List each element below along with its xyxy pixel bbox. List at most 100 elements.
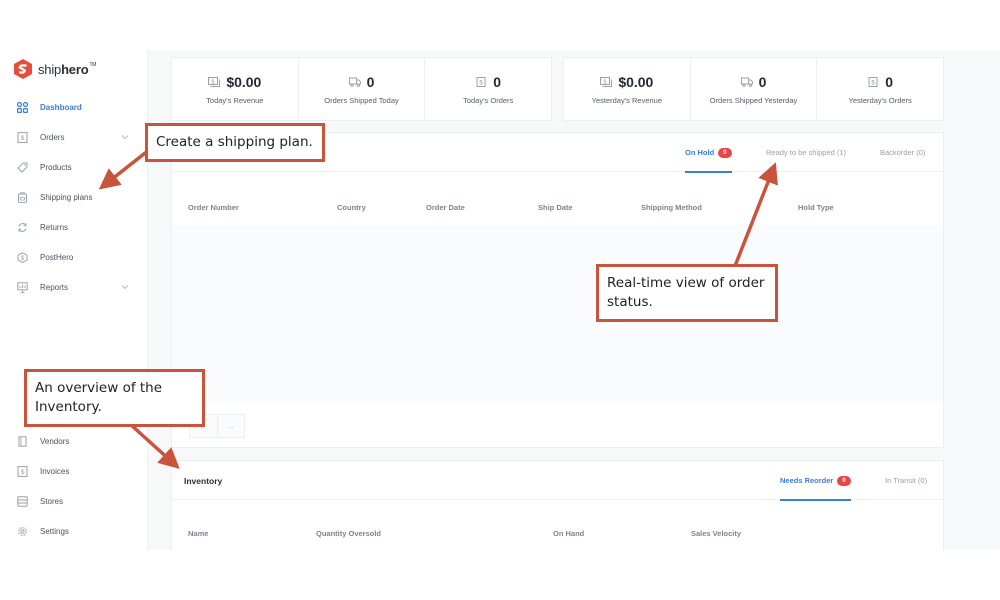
inventory-title: Inventory — [184, 476, 223, 486]
column-header-ship-date[interactable]: Ship Date — [538, 203, 573, 212]
stat-value: 0 — [758, 73, 767, 90]
annotation-text: Real-time view of order status. — [607, 275, 765, 310]
truck-icon — [348, 77, 361, 87]
cash-icon: $ — [600, 76, 613, 87]
store-icon — [17, 495, 28, 507]
stat-yesterdays-orders: $ 0 Yesterday's Orders — [817, 58, 943, 120]
annotation-order-status: Real-time view of order status. — [596, 264, 778, 322]
tab-label: On Hold — [685, 148, 715, 157]
svg-text:$: $ — [872, 80, 876, 86]
column-header-quantity-oversold[interactable]: Quantity Oversold — [316, 529, 381, 538]
inventory-card-header: Inventory Needs Reorder 0 In Transit (0) — [172, 461, 943, 501]
annotation-inventory: An overview of the Inventory. — [24, 369, 205, 427]
dollar-doc-icon: $ — [868, 76, 878, 87]
sidebar: shipheroTM Dashboard $ Orders Products S… — [0, 50, 148, 550]
sidebar-item-orders[interactable]: $ Orders — [0, 126, 148, 148]
stat-value: 0 — [885, 73, 894, 90]
annotation-text: An overview of the Inventory. — [35, 380, 163, 415]
sidebar-item-invoices[interactable]: $ Invoices — [0, 460, 148, 482]
sidebar-item-reports[interactable]: Reports — [0, 276, 148, 298]
column-header-order-number[interactable]: Order Number — [188, 203, 239, 212]
sidebar-item-label: Orders — [40, 132, 65, 142]
gear-icon — [18, 526, 27, 536]
sidebar-item-label: Reports — [40, 282, 69, 292]
column-header-order-date[interactable]: Order Date — [426, 203, 465, 212]
tag-icon — [17, 162, 28, 173]
vendor-icon — [18, 435, 27, 447]
sidebar-item-shipping-plans[interactable]: Shipping plans — [0, 186, 148, 208]
tab-label: In Transit (0) — [885, 476, 928, 485]
sidebar-item-label: Shipping plans — [40, 192, 93, 202]
sidebar-item-stores[interactable]: Stores — [0, 490, 148, 512]
stat-value: 0 — [366, 73, 375, 90]
sidebar-item-label: Settings — [40, 526, 69, 536]
next-page-button[interactable]: → — [218, 415, 245, 437]
chevron-down-icon[interactable] — [121, 283, 129, 291]
tab-label: Ready to be shipped (1) — [766, 148, 847, 157]
column-header-sales-velocity[interactable]: Sales Velocity — [691, 529, 741, 538]
sidebar-item-label: Dashboard — [40, 102, 82, 112]
sidebar-item-dashboard[interactable]: Dashboard — [0, 96, 148, 118]
sidebar-item-label: Returns — [40, 222, 69, 232]
brand-name: shipheroTM — [38, 61, 97, 77]
tab-ready-to-be-shipped[interactable]: Ready to be shipped (1) — [766, 133, 846, 172]
sidebar-item-label: Products — [40, 162, 72, 172]
sidebar-item-label: PostHero — [40, 252, 74, 262]
svg-text:$: $ — [212, 79, 215, 85]
stat-todays-orders: $ 0 Today's Orders — [425, 58, 551, 120]
refresh-icon — [18, 222, 27, 232]
column-header-hold-type[interactable]: Hold Type — [798, 203, 834, 212]
sidebar-item-products[interactable]: Products — [0, 156, 148, 178]
cash-icon: $ — [208, 76, 221, 87]
yesterday-stats: $ $0.00 Yesterday's Revenue 0 Orders Shi… — [563, 57, 944, 121]
tab-in-transit[interactable]: In Transit (0) — [885, 461, 927, 500]
stat-orders-shipped-today: 0 Orders Shipped Today — [299, 58, 426, 120]
posthero-icon: $ — [17, 251, 28, 263]
column-header-name[interactable]: Name — [188, 529, 208, 538]
tab-label: Backorder (0) — [880, 148, 926, 157]
stat-value: $0.00 — [226, 73, 262, 90]
stat-label: Orders Shipped Today — [324, 95, 399, 105]
sidebar-item-label: Vendors — [40, 436, 70, 446]
grid-icon — [17, 101, 28, 113]
dollar-receipt-icon: $ — [17, 131, 28, 143]
sidebar-item-posthero[interactable]: $ PostHero — [0, 246, 148, 268]
stat-label: Today's Revenue — [206, 95, 264, 105]
stat-orders-shipped-yesterday: 0 Orders Shipped Yesterday — [691, 58, 818, 120]
today-stats: $ $0.00 Today's Revenue 0 Orders Shipped… — [171, 57, 552, 121]
box-icon — [18, 191, 27, 203]
stat-todays-revenue: $ $0.00 Today's Revenue — [172, 58, 299, 120]
report-icon — [17, 281, 28, 293]
column-header-country[interactable]: Country — [337, 203, 366, 212]
annotation-shipping-plan: Create a shipping plan. — [145, 123, 325, 162]
tab-needs-reorder[interactable]: Needs Reorder 0 — [780, 461, 851, 501]
svg-text:$: $ — [21, 135, 25, 142]
inventory-card: Inventory Needs Reorder 0 In Transit (0)… — [171, 460, 944, 550]
truck-icon — [740, 77, 753, 87]
chevron-down-icon[interactable] — [121, 133, 129, 141]
count-badge: 0 — [837, 475, 851, 486]
svg-text:$: $ — [480, 80, 484, 86]
sidebar-item-vendors[interactable]: Vendors — [0, 430, 148, 452]
column-header-on-hand[interactable]: On Hand — [553, 529, 584, 538]
stat-label: Orders Shipped Yesterday — [709, 95, 798, 105]
dollar-doc-icon: $ — [476, 76, 486, 87]
tab-on-hold[interactable]: On Hold 0 — [685, 133, 732, 173]
invoice-icon: $ — [17, 465, 28, 477]
shiphero-logo[interactable]: shipheroTM — [12, 58, 96, 80]
column-header-shipping-method[interactable]: Shipping Method — [641, 203, 702, 212]
shiphero-logo-icon — [14, 59, 32, 79]
stat-label: Today's Orders — [463, 95, 514, 105]
sidebar-item-settings[interactable]: Settings — [0, 520, 148, 542]
annotation-text: Create a shipping plan. — [156, 134, 313, 150]
tab-backorder[interactable]: Backorder (0) — [880, 133, 925, 172]
svg-text:$: $ — [21, 469, 25, 476]
stat-label: Yesterday's Orders — [848, 95, 912, 105]
stat-value: 0 — [493, 73, 502, 90]
sidebar-item-returns[interactable]: Returns — [0, 216, 148, 238]
orders-card: On Hold 0 Ready to be shipped (1) Backor… — [171, 132, 944, 448]
sidebar-item-label: Stores — [40, 496, 64, 506]
count-badge: 0 — [718, 147, 732, 158]
tab-label: Needs Reorder — [780, 476, 834, 485]
stat-value: $0.00 — [618, 73, 654, 90]
